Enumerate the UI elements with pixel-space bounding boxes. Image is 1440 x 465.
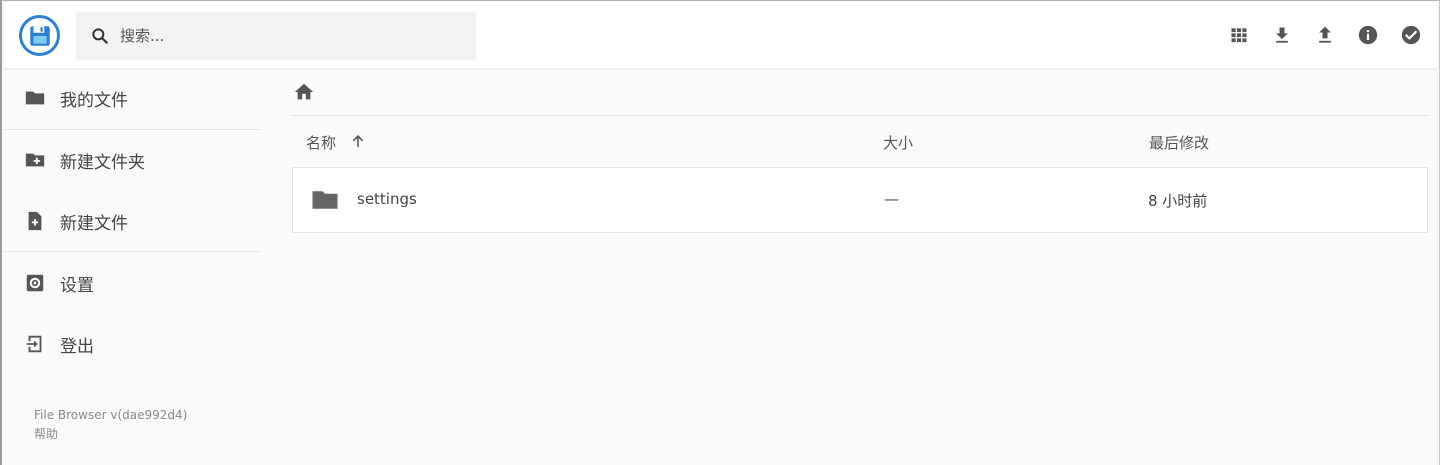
floppy-disk-icon [29,25,50,46]
view-mode-button[interactable] [1228,21,1250,49]
folder-plus-icon [24,149,46,171]
file-modified: 8 小时前 [1148,192,1208,210]
app-window: 我的文件 新建文件夹 新建文件 [0,0,1440,465]
sidebar-item-logout[interactable]: 登出 [4,324,260,364]
folder-icon [24,87,46,109]
select-button[interactable] [1400,21,1422,49]
version-text: File Browser v(dae992d4) [34,408,188,422]
file-name: settings [357,190,417,208]
settings-icon [24,272,46,294]
help-link[interactable]: 帮助 [34,425,58,442]
sidebar-item-new-file[interactable]: 新建文件 [4,201,260,241]
app-logo[interactable] [19,15,60,56]
arrow-up-icon[interactable] [349,132,367,150]
column-header-size[interactable]: 大小 [883,132,913,153]
home-icon[interactable] [293,81,315,103]
table-row[interactable]: settings — 8 小时前 [292,167,1428,233]
sidebar-item-new-folder[interactable]: 新建文件夹 [4,140,260,180]
download-icon [1276,27,1288,43]
sidebar: 我的文件 新建文件夹 新建文件 设置 登出 File Browser v(dae… [4,68,260,465]
sidebar-item-label: 新建文件 [60,213,128,234]
breadcrumb [292,79,1428,116]
sidebar-divider [4,129,260,130]
sidebar-item-settings[interactable]: 设置 [4,263,260,303]
file-size: — [884,190,899,208]
toolbar [1228,21,1422,49]
upload-icon [1319,26,1331,43]
sidebar-divider [4,251,260,252]
search-icon [92,28,108,44]
check-circle-icon [1401,25,1421,45]
sidebar-item-label: 我的文件 [60,90,128,111]
info-icon [1358,25,1378,45]
download-button[interactable] [1271,21,1293,49]
sidebar-item-label: 新建文件夹 [60,152,145,173]
upload-button[interactable] [1314,21,1336,49]
grid-icon [1231,28,1247,43]
logout-icon [24,333,46,355]
sidebar-item-label: 登出 [60,336,94,357]
search-bar [76,12,476,60]
info-button[interactable] [1357,21,1379,49]
sidebar-item-label: 设置 [60,275,94,296]
column-header-name[interactable]: 名称 [306,132,336,153]
file-plus-icon [24,210,46,232]
file-list-header: 名称 大小 最后修改 [292,117,1428,167]
header [4,2,1438,68]
column-header-modified[interactable]: 最后修改 [1149,132,1209,153]
search-input[interactable] [118,24,458,48]
sidebar-item-my-files[interactable]: 我的文件 [4,78,260,118]
folder-icon [312,191,338,209]
